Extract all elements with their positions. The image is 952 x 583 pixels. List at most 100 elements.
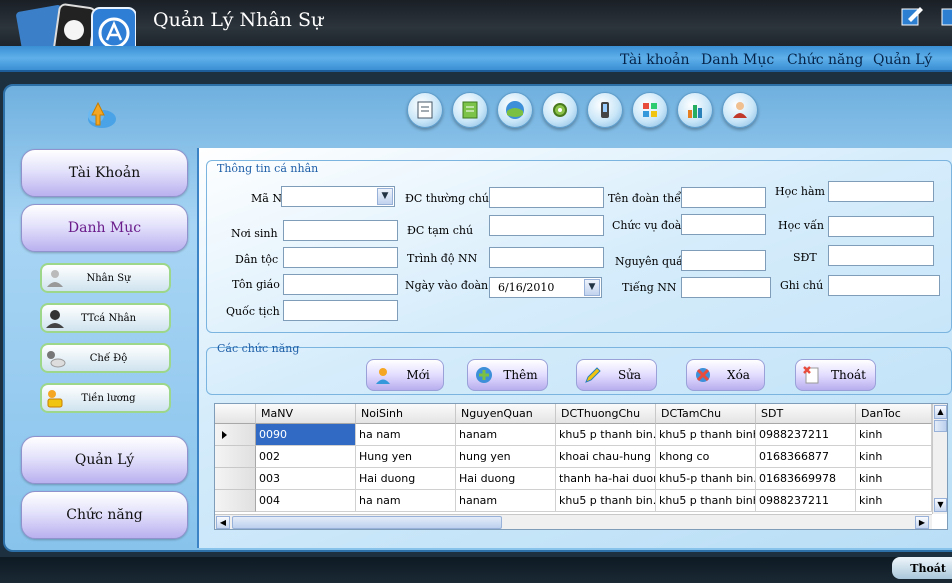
label-sdt: SĐT	[793, 251, 817, 264]
globe-icon[interactable]	[497, 92, 533, 128]
book-icon[interactable]	[407, 92, 443, 128]
delete-button[interactable]: Xóa	[686, 359, 765, 391]
table-cell[interactable]: 003	[256, 468, 356, 490]
sidebar-button-chuc-nang[interactable]: Chức năng	[21, 491, 188, 539]
device-icon[interactable]	[587, 92, 623, 128]
windows-icon[interactable]	[632, 92, 668, 128]
table-cell[interactable]: Hai duong	[456, 468, 556, 490]
column-header-nguyenquan[interactable]: NguyenQuan	[456, 404, 556, 424]
sidebar-button-tai-khoan[interactable]: Tài Khoản	[21, 149, 188, 197]
sidebar-item-tt-ca-nhan[interactable]: TTcá Nhân	[40, 303, 171, 333]
scrollbar-thumb[interactable]	[934, 420, 947, 432]
table-cell[interactable]: khoai chau-hung ...	[556, 446, 656, 468]
row-header[interactable]	[215, 468, 256, 490]
sidebar-item-nhan-su[interactable]: Nhân Sự	[40, 263, 171, 293]
ngayvaodoan-datepicker[interactable]: 6/16/2010 ▼	[489, 277, 602, 298]
table-cell[interactable]: kinh	[856, 468, 932, 490]
table-cell[interactable]: ha nam	[356, 490, 456, 512]
table-cell[interactable]: khu5 p thanh bin...	[556, 424, 656, 446]
nguyenquan-field[interactable]	[681, 250, 766, 271]
menu-item-tai-khoan[interactable]: Tài khoản	[620, 52, 690, 68]
user-icon[interactable]	[722, 92, 758, 128]
sdt-field[interactable]	[828, 245, 934, 266]
table-cell[interactable]: 004	[256, 490, 356, 512]
table-cell[interactable]: 01683669978	[756, 468, 856, 490]
exit-button[interactable]: Thoát	[795, 359, 876, 391]
dcthuongchu-field[interactable]	[489, 187, 604, 208]
edit-icon[interactable]	[900, 5, 924, 27]
dctamchu-field[interactable]	[489, 215, 604, 236]
hocvan-field[interactable]	[828, 216, 934, 237]
menu-item-danh-muc[interactable]: Danh Mục	[701, 52, 774, 68]
column-header-sdt[interactable]: SDT	[756, 404, 856, 424]
horizontal-scrollbar[interactable]: ◀ ▶	[215, 514, 932, 529]
table-cell[interactable]: kinh	[856, 446, 932, 468]
column-header-noisinh[interactable]: NoiSinh	[356, 404, 456, 424]
ghichu-field[interactable]	[828, 275, 940, 296]
scroll-left-icon[interactable]: ◀	[216, 516, 230, 529]
label-trinhdonn: Trình độ NN	[407, 252, 478, 265]
noisinh-field[interactable]	[283, 220, 398, 241]
dantoc-field[interactable]	[283, 247, 398, 268]
tiengnn-field[interactable]	[681, 277, 771, 298]
table-cell[interactable]: khu5 p thanh binh	[656, 490, 756, 512]
row-header[interactable]	[215, 490, 256, 512]
vertical-scrollbar[interactable]: ▲ ▼	[932, 404, 947, 514]
notes-icon[interactable]	[452, 92, 488, 128]
tongiao-field[interactable]	[283, 274, 398, 295]
menu-item-quan-ly[interactable]: Quản Lý	[873, 52, 932, 68]
cloud-upload-icon[interactable]	[82, 97, 118, 131]
tendoanthe-field[interactable]	[681, 187, 766, 208]
sidebar-item-tien-luong[interactable]: Tiền lương	[40, 383, 171, 413]
table-cell[interactable]: hung yen	[456, 446, 556, 468]
table-cell[interactable]: Hai duong	[356, 468, 456, 490]
table-cell[interactable]: 0988237211	[756, 490, 856, 512]
scroll-down-icon[interactable]: ▼	[934, 498, 947, 512]
menu-item-chuc-nang[interactable]: Chức năng	[787, 52, 863, 68]
add-button[interactable]: Thêm	[467, 359, 548, 391]
sidebar-item-label: Nhân Sự	[86, 272, 131, 284]
hocham-field[interactable]	[828, 181, 934, 202]
table-cell[interactable]: kinh	[856, 490, 932, 512]
footer-exit-button[interactable]: Thoát	[892, 557, 952, 579]
window-icon[interactable]	[940, 5, 952, 27]
row-header[interactable]	[215, 446, 256, 468]
quoctich-field[interactable]	[283, 300, 398, 321]
sidebar-item-che-do[interactable]: Chế Độ	[40, 343, 171, 373]
scroll-up-icon[interactable]: ▲	[934, 405, 947, 419]
table-cell[interactable]: khu5 p thanh binh	[656, 424, 756, 446]
trinhdonn-field[interactable]	[489, 247, 604, 268]
chevron-down-icon[interactable]: ▼	[377, 188, 393, 205]
table-cell[interactable]: khong co	[656, 446, 756, 468]
table-cell[interactable]: 0988237211	[756, 424, 856, 446]
label-dcthuongchu: ĐC thường chú	[405, 192, 489, 205]
table-cell[interactable]: 0168366877	[756, 446, 856, 468]
column-header-dctamchu[interactable]: DCTamChu	[656, 404, 756, 424]
table-cell[interactable]: Hung yen	[356, 446, 456, 468]
edit-button[interactable]: Sửa	[576, 359, 657, 391]
table-cell[interactable]: hanam	[456, 424, 556, 446]
table-cell[interactable]: 0090	[256, 424, 356, 446]
chart-icon[interactable]	[677, 92, 713, 128]
new-button[interactable]: Mới	[366, 359, 444, 391]
table-cell[interactable]: kinh	[856, 424, 932, 446]
column-header-dcthuongchu[interactable]: DCThuongChu	[556, 404, 656, 424]
table-cell[interactable]: hanam	[456, 490, 556, 512]
gears-icon[interactable]	[542, 92, 578, 128]
table-cell[interactable]: thanh ha-hai duong	[556, 468, 656, 490]
scroll-right-icon[interactable]: ▶	[915, 516, 929, 529]
table-cell[interactable]: ha nam	[356, 424, 456, 446]
table-cell[interactable]: 002	[256, 446, 356, 468]
table-cell[interactable]: khu5-p thanh bin...	[656, 468, 756, 490]
table-cell[interactable]: khu5 p thanh bin...	[556, 490, 656, 512]
employee-grid[interactable]: MaNV NoiSinh NguyenQuan DCThuongChu DCTa…	[214, 403, 948, 530]
chucvudoan-field[interactable]	[681, 214, 766, 235]
manv-select[interactable]: ▼	[281, 186, 395, 207]
row-header[interactable]	[215, 424, 256, 446]
column-header-dantoc[interactable]: DanToc	[856, 404, 932, 424]
chevron-down-icon[interactable]: ▼	[584, 279, 600, 296]
scrollbar-thumb[interactable]	[232, 516, 502, 529]
sidebar-button-danh-muc[interactable]: Danh Mục	[21, 204, 188, 252]
column-header-manv[interactable]: MaNV	[256, 404, 356, 424]
sidebar-button-quan-ly[interactable]: Quản Lý	[21, 436, 188, 484]
